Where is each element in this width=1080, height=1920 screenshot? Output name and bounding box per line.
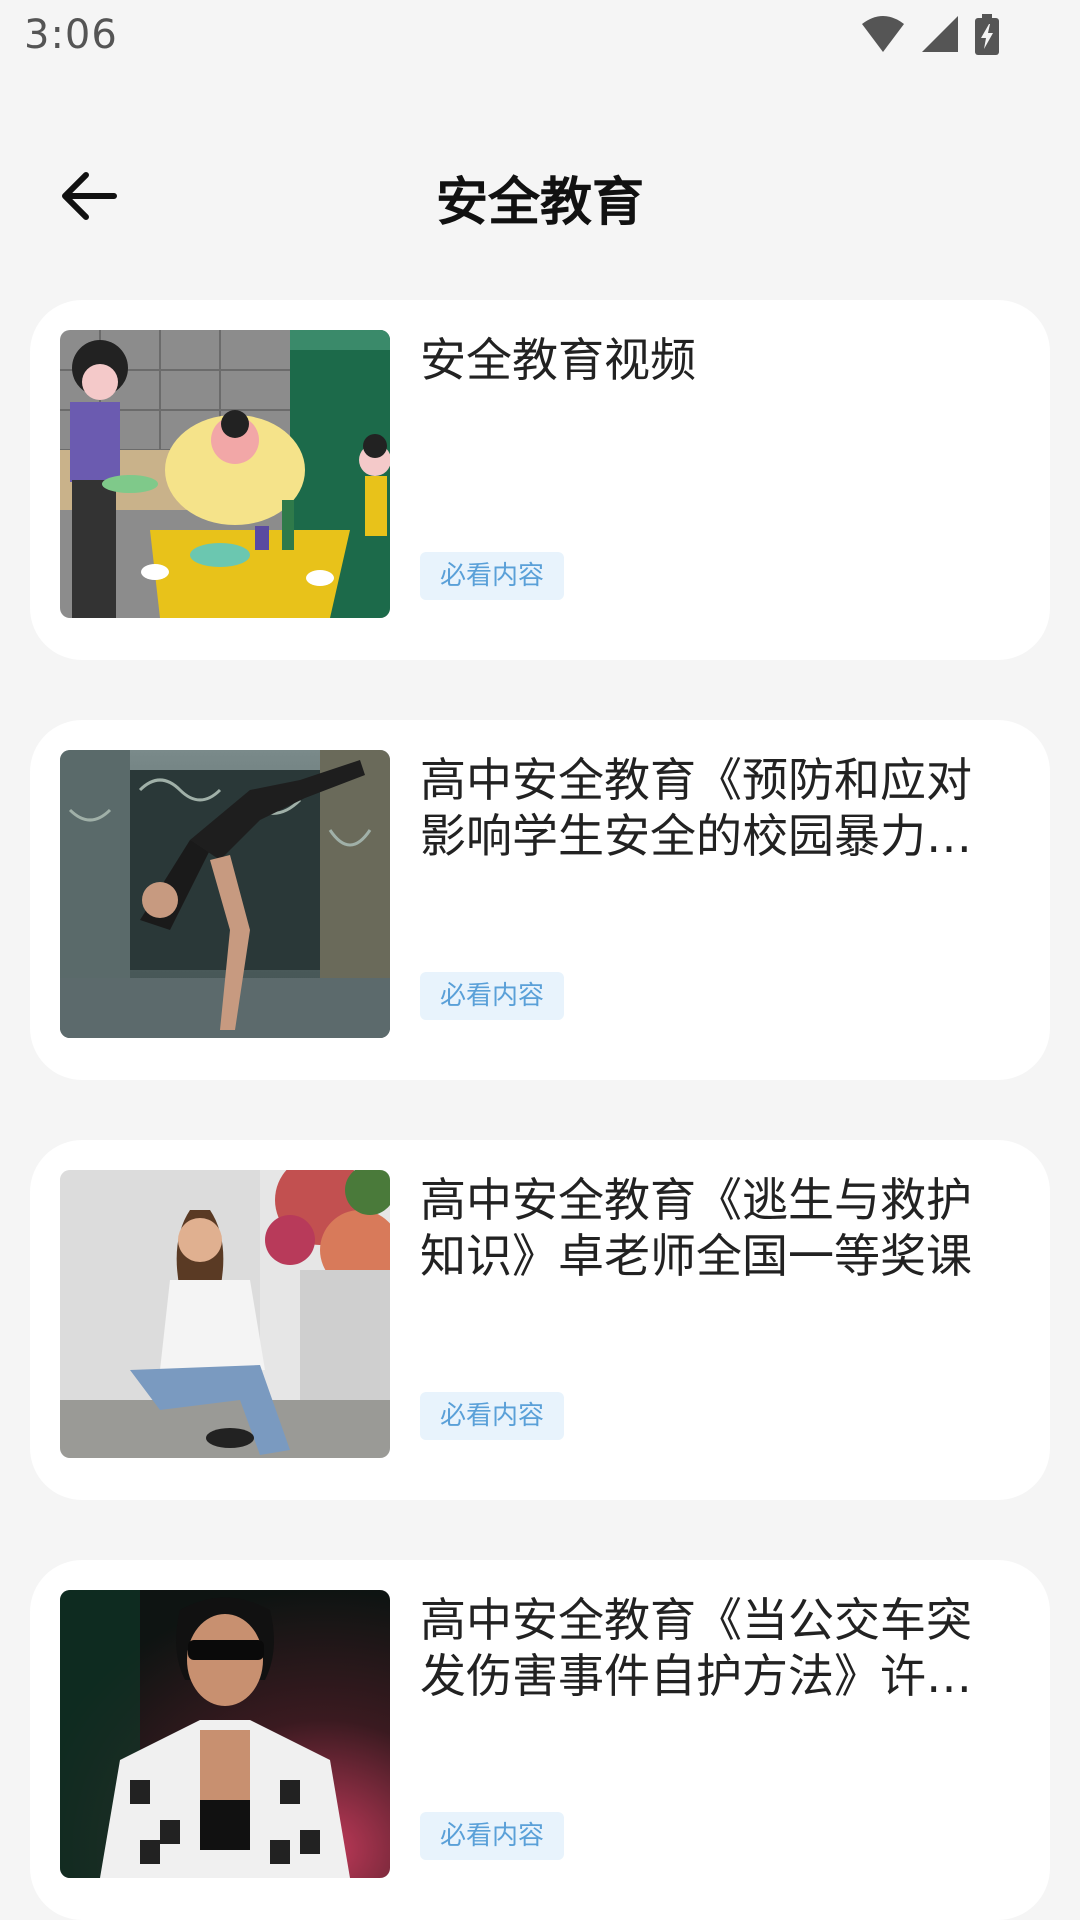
family-dinner-illustration <box>60 330 390 618</box>
list-item[interactable]: 安全教育视频 必看内容 <box>30 300 1050 660</box>
must-watch-tag: 必看内容 <box>420 1812 565 1860</box>
thumbnail-image <box>60 750 390 1038</box>
cellular-signal-icon <box>922 16 958 52</box>
list-item[interactable]: 高中安全教育《当公交车突发伤害事件自护方法》许老师 必看内容 <box>30 1560 1050 1920</box>
header: 安全教育 <box>0 140 1080 250</box>
item-title: 高中安全教育《预防和应对影响学生安全的校园暴力事件》 <box>420 753 972 863</box>
item-title: 安全教育视频 <box>420 333 696 387</box>
battery-charging-icon <box>975 14 999 55</box>
must-watch-tag: 必看内容 <box>420 1392 565 1440</box>
status-icons <box>860 14 1000 56</box>
thumbnail-image <box>60 1590 390 1878</box>
wifi-icon <box>862 16 904 52</box>
item-title: 高中安全教育《逃生与救护知识》卓老师全国一等奖课 <box>420 1173 972 1283</box>
woman-crouching-photo <box>60 1170 390 1458</box>
thumbnail-image <box>60 330 390 618</box>
woman-sunglasses-photo <box>60 1590 390 1878</box>
must-watch-tag: 必看内容 <box>420 972 565 1020</box>
list-item[interactable]: 高中安全教育《预防和应对影响学生安全的校园暴力事件》 必看内容 <box>30 720 1050 1080</box>
list-item[interactable]: 高中安全教育《逃生与救护知识》卓老师全国一等奖课 必看内容 <box>30 1140 1050 1500</box>
thumbnail-image <box>60 1170 390 1458</box>
status-time: 3:06 <box>24 12 118 58</box>
breakdancer-photo <box>60 750 390 1038</box>
status-bar: 3:06 <box>0 0 1080 74</box>
page-title: 安全教育 <box>435 173 644 233</box>
item-title: 高中安全教育《当公交车突发伤害事件自护方法》许老师 <box>420 1593 972 1703</box>
must-watch-tag: 必看内容 <box>420 552 565 600</box>
